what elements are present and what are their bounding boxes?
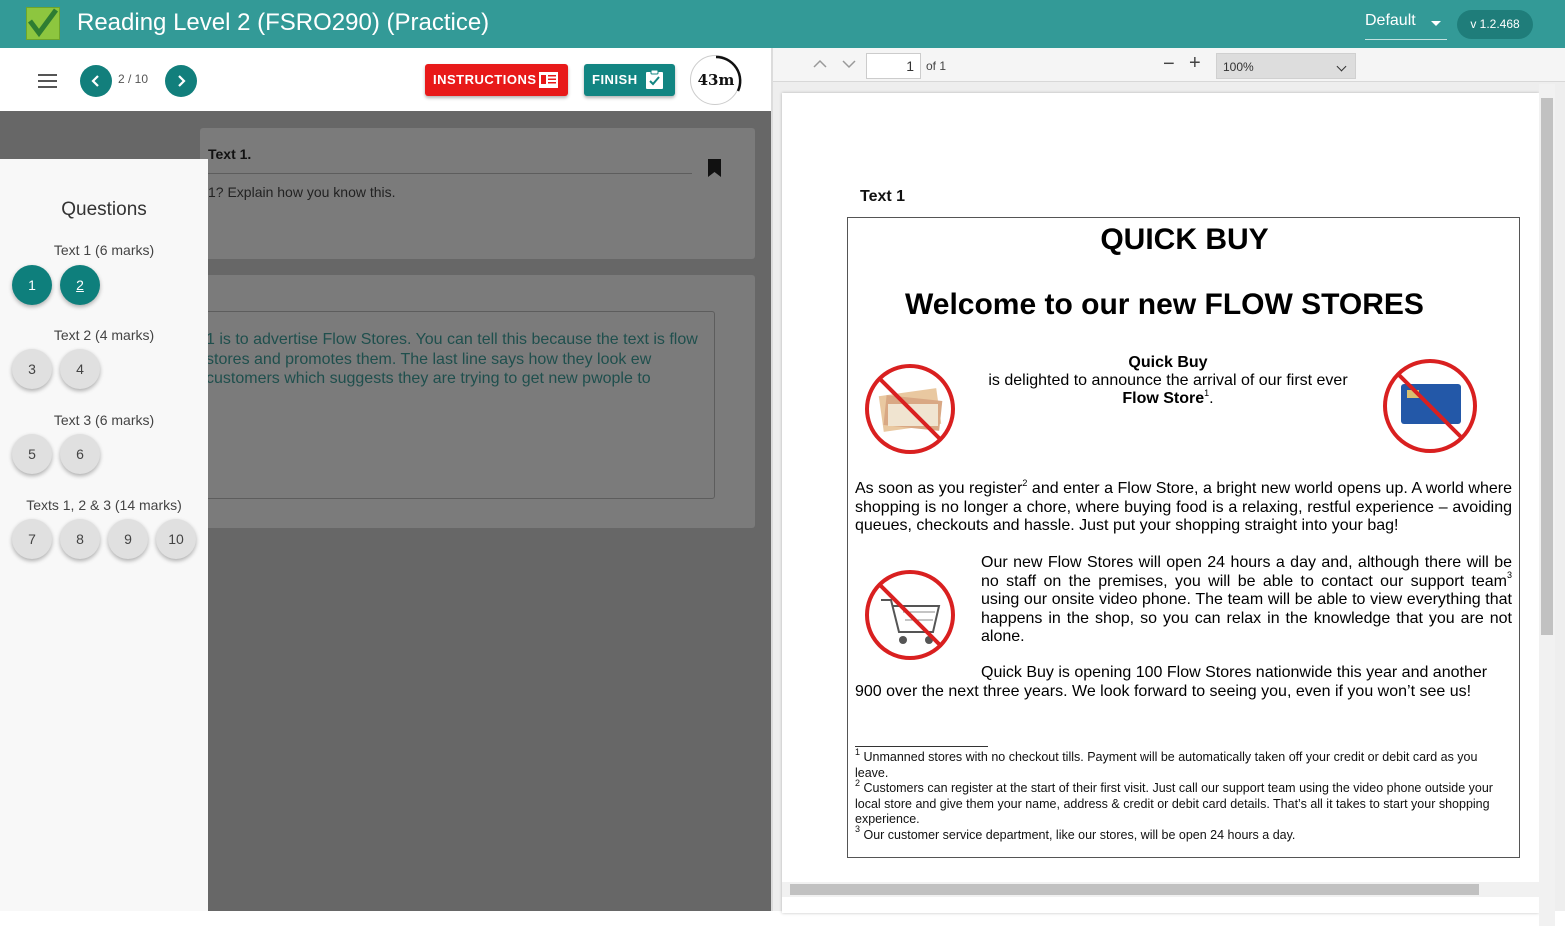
- question-button-10[interactable]: 10: [156, 519, 196, 559]
- book-icon: [539, 72, 558, 88]
- pdf-viewer: 1 of 1 − + 100% Text 1 QUICK BUY Welcome…: [773, 48, 1565, 926]
- para2-start: Our new Flow Stores will open 24 hours a…: [981, 554, 1512, 590]
- question-button-1[interactable]: 1: [12, 265, 52, 305]
- chevron-down-icon: [1336, 61, 1347, 72]
- questions-sidebar: Questions Text 1 (6 marks) 1 2 Text 2 (4…: [0, 159, 208, 911]
- horizontal-scrollbar[interactable]: [782, 882, 1539, 897]
- announce-brand: Quick Buy: [1128, 354, 1208, 371]
- sidebar-title: Questions: [61, 199, 147, 220]
- question-pane: 2 / 10 INSTRUCTIONS FINISH 43m Text 1. 1…: [0, 48, 771, 911]
- finish-button[interactable]: FINISH: [584, 64, 675, 96]
- footnote-ref: 3: [1506, 570, 1512, 581]
- chevron-up-icon[interactable]: [812, 56, 828, 72]
- doc-frame: QUICK BUY Welcome to our new FLOW STORES…: [847, 217, 1520, 858]
- footnote-number: 3: [855, 824, 861, 835]
- no-card-icon: [1383, 359, 1477, 453]
- app-title: Reading Level 2 (FSRO290) (Practice): [77, 9, 490, 36]
- menu-icon[interactable]: [38, 74, 57, 88]
- question-button-8[interactable]: 8: [60, 519, 100, 559]
- clipboard-check-icon: [646, 70, 663, 89]
- no-cash-icon: [865, 364, 955, 454]
- question-button-4[interactable]: 4: [60, 349, 100, 389]
- doc-heading: QUICK BUY: [1100, 223, 1269, 256]
- doc-paragraph-3-line-1: Quick Buy is opening 100 Flow Stores nat…: [981, 664, 1488, 681]
- footnote-3: 3 Our customer service department, like …: [855, 825, 1507, 844]
- caret-down-icon: [1431, 21, 1441, 26]
- question-button-9[interactable]: 9: [108, 519, 148, 559]
- footnote-ref: 2: [1022, 477, 1028, 488]
- doc-announcement: Quick Buy is delighted to announce the a…: [968, 354, 1368, 408]
- footnote-number: 2: [855, 777, 861, 788]
- logo-checkmark-icon: [26, 7, 60, 40]
- footnote-1: 1 Unmanned stores with no checkout tills…: [855, 746, 1507, 781]
- question-heading: Text 1.: [208, 146, 252, 162]
- no-trolley-icon: [865, 570, 955, 660]
- doc-paragraph-2: Our new Flow Stores will open 24 hours a…: [981, 554, 1512, 647]
- announce-store: Flow Store: [1122, 390, 1205, 407]
- question-button-7[interactable]: 7: [12, 519, 52, 559]
- zoom-in-icon[interactable]: +: [1189, 52, 1201, 75]
- footnote-ref: 1: [1204, 387, 1210, 398]
- doc-text-label: Text 1: [860, 188, 906, 205]
- para1-start: As soon as you register: [855, 480, 1023, 497]
- footnote-divider: [855, 746, 988, 747]
- question-card: Text 1. 1? Explain how you know this.: [200, 128, 755, 259]
- divider: [208, 173, 692, 174]
- question-group-label: Text 2 (4 marks): [53, 327, 155, 343]
- doc-paragraph-1: As soon as you register2 and enter a Flo…: [855, 477, 1512, 536]
- bookmark-icon[interactable]: [708, 159, 721, 177]
- chevron-right-icon: [178, 75, 186, 87]
- footnote-number: 1: [855, 746, 861, 757]
- para2-rest: using our onsite video phone. The team w…: [981, 591, 1512, 645]
- question-button-3[interactable]: 3: [12, 349, 52, 389]
- scrollbar-thumb[interactable]: [790, 884, 1479, 895]
- next-question-button[interactable]: [165, 65, 197, 97]
- finish-button-label: FINISH: [592, 72, 638, 87]
- question-button-5[interactable]: 5: [12, 434, 52, 474]
- announce-store-line: Flow Store1.: [1122, 387, 1214, 407]
- zoom-out-icon[interactable]: −: [1163, 53, 1175, 76]
- question-counter: 2 / 10: [118, 72, 149, 86]
- footnote-2: 2 Customers can register at the start of…: [855, 777, 1507, 828]
- timer: 43m: [690, 55, 742, 105]
- question-button-2[interactable]: 2: [60, 265, 100, 305]
- question-group-label: Text 1 (6 marks): [53, 242, 155, 258]
- answer-card: 1 is to advertise Flow Stores. You can t…: [200, 275, 755, 528]
- chevron-left-icon: [91, 75, 99, 87]
- footnote-text: Unmanned stores with no checkout tills. …: [855, 750, 1478, 780]
- version-badge: v 1.2.468: [1457, 10, 1533, 39]
- profile-select[interactable]: Default: [1365, 12, 1447, 40]
- pdf-page-count: of 1: [926, 59, 947, 73]
- profile-select-value: Default: [1365, 12, 1416, 29]
- doc-footnotes: 1 Unmanned stores with no checkout tills…: [855, 746, 1507, 844]
- pdf-page-input[interactable]: 1: [866, 53, 921, 79]
- instructions-button[interactable]: INSTRUCTIONS: [425, 64, 568, 96]
- zoom-select-value: 100%: [1223, 60, 1254, 74]
- previous-question-button[interactable]: [80, 65, 112, 97]
- answer-text: 1 is to advertise Flow Stores. You can t…: [206, 331, 698, 387]
- footnote-text: Customers can register at the start of t…: [855, 781, 1493, 826]
- question-group-label: Text 3 (6 marks): [53, 412, 155, 428]
- doc-paragraph-3-line-2: 900 over the next three years. We look f…: [855, 683, 1472, 700]
- timer-value: 43m: [697, 71, 735, 89]
- question-toolbar: 2 / 10 INSTRUCTIONS FINISH 43m: [0, 48, 771, 111]
- pdf-page: Text 1 QUICK BUY Welcome to our new FLOW…: [782, 93, 1539, 913]
- app-header: Reading Level 2 (FSRO290) (Practice) Def…: [0, 0, 1565, 48]
- announce-line: is delighted to announce the arrival of …: [988, 372, 1348, 389]
- chevron-down-icon[interactable]: [841, 56, 857, 72]
- answer-textarea[interactable]: 1 is to advertise Flow Stores. You can t…: [200, 311, 715, 499]
- question-group-label: Texts 1, 2 & 3 (14 marks): [26, 497, 182, 513]
- vertical-scrollbar[interactable]: [1539, 84, 1555, 926]
- scrollbar-thumb[interactable]: [1541, 98, 1553, 635]
- footnote-text: Our customer service department, like ou…: [860, 827, 1296, 842]
- question-button-6[interactable]: 6: [60, 434, 100, 474]
- zoom-select[interactable]: 100%: [1216, 53, 1356, 79]
- pdf-toolbar: 1 of 1 − + 100%: [773, 48, 1565, 82]
- doc-welcome: Welcome to our new FLOW STORES: [905, 288, 1424, 321]
- instructions-button-label: INSTRUCTIONS: [433, 72, 537, 87]
- question-text: 1? Explain how you know this.: [208, 184, 396, 200]
